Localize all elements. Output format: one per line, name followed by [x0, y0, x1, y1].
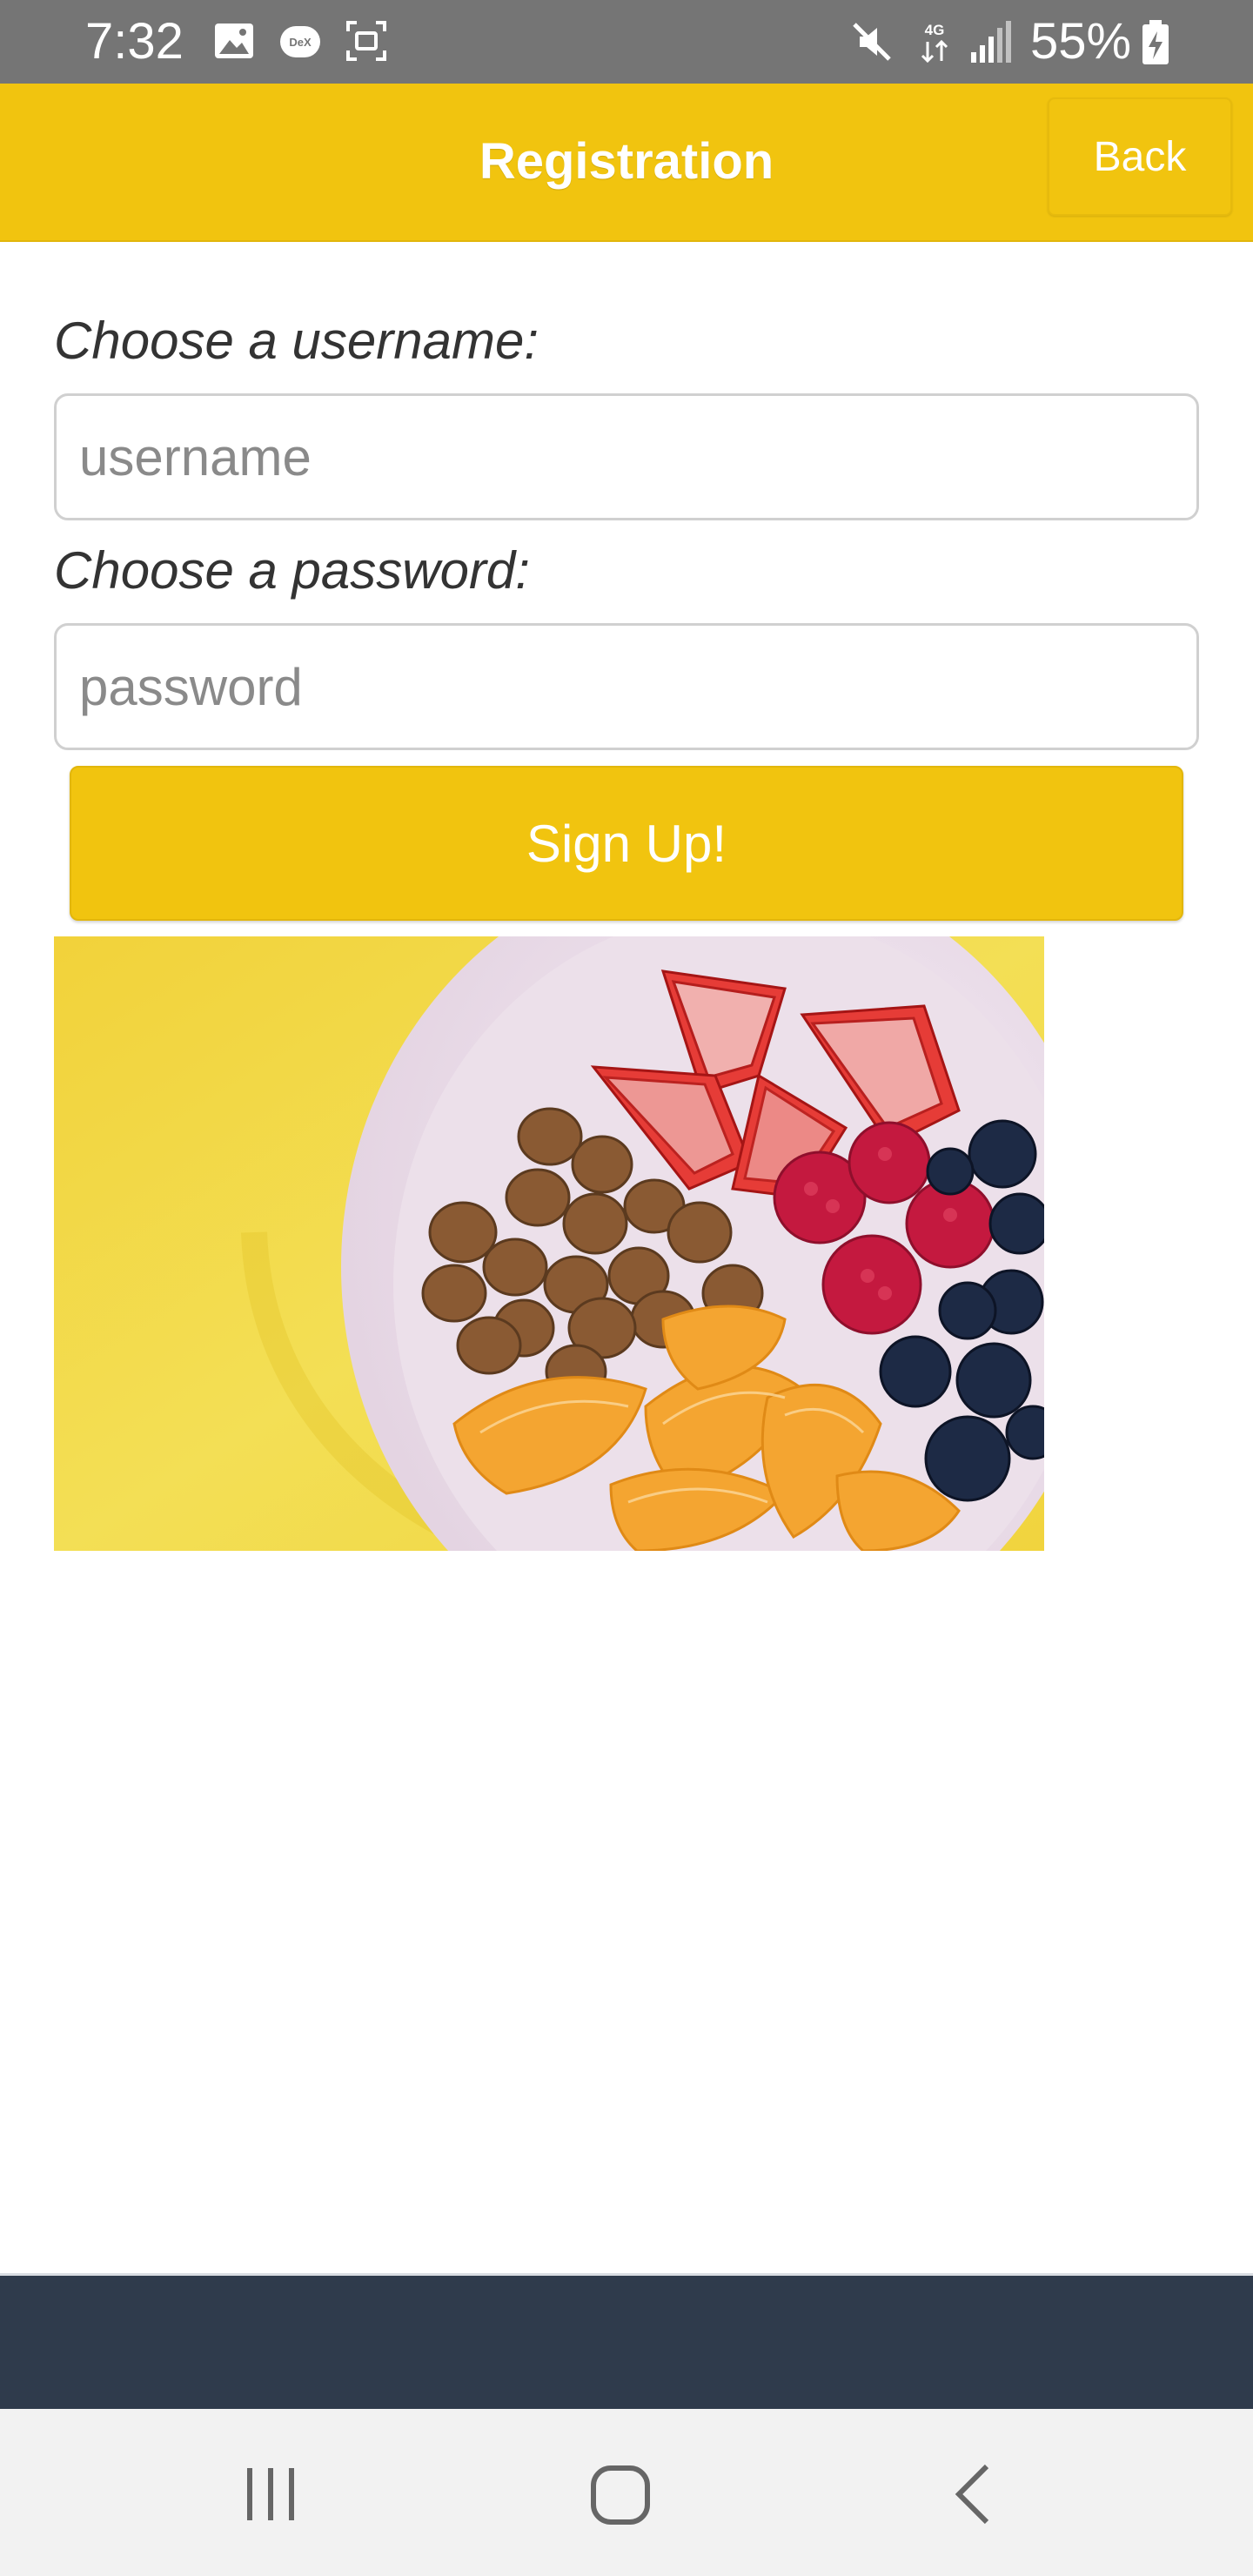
gallery-icon [215, 23, 253, 58]
app-header: Registration Back [0, 84, 1253, 242]
svg-text:DeX: DeX [289, 36, 312, 49]
username-input[interactable] [54, 393, 1199, 520]
back-icon[interactable] [948, 2463, 1001, 2526]
recent-apps-icon[interactable] [240, 2463, 303, 2526]
mute-icon [853, 23, 891, 61]
footer-bar [0, 2273, 1253, 2412]
password-label: Choose a password: [54, 541, 530, 600]
svg-text:4G: 4G [925, 22, 945, 38]
fruit-bowl-image [54, 936, 1044, 1551]
status-time: 7:32 [85, 13, 184, 70]
signal-icon [971, 21, 1011, 63]
back-button[interactable]: Back [1048, 97, 1232, 216]
home-icon[interactable] [588, 2463, 654, 2529]
sign-up-button[interactable]: Sign Up! [70, 766, 1183, 921]
screenshot-icon [346, 21, 386, 61]
battery-icon [1142, 20, 1169, 64]
password-input[interactable] [54, 623, 1199, 750]
battery-percentage: 55% [1030, 13, 1132, 70]
status-bar: 7:32 DeX 4G 55% [0, 0, 1253, 84]
dex-icon: DeX [280, 26, 320, 57]
lte-icon: 4G [921, 22, 948, 64]
username-label: Choose a username: [54, 312, 539, 370]
